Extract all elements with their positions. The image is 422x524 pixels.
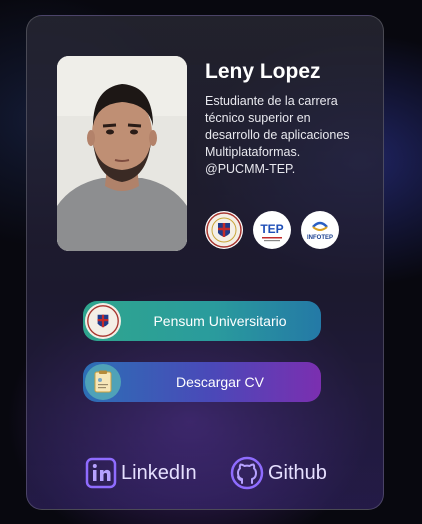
linkedin-link[interactable]: LinkedIn bbox=[85, 455, 197, 491]
profile-name: Leny Lopez bbox=[205, 60, 321, 83]
download-cv-button-label: Descargar CV bbox=[176, 374, 264, 390]
github-icon bbox=[230, 456, 264, 490]
profile-bio: Estudiante de la carrera técnico superio… bbox=[205, 94, 350, 176]
pucmm-seal-icon bbox=[85, 303, 121, 339]
tep-logo-text: TEP bbox=[260, 222, 283, 236]
tep-logo-icon[interactable]: TEP bbox=[253, 211, 291, 249]
pensum-button[interactable]: Pensum Universitario bbox=[83, 301, 321, 341]
infotep-logo-icon[interactable]: INFOTEP bbox=[301, 211, 339, 249]
linkedin-label: LinkedIn bbox=[121, 461, 197, 484]
document-icon bbox=[85, 364, 121, 400]
download-cv-button[interactable]: Descargar CV bbox=[83, 362, 321, 402]
profile-card: Leny Lopez Estudiante de la carrera técn… bbox=[26, 15, 384, 510]
institution-logos: TEP INFOTEP bbox=[205, 211, 339, 249]
linkedin-icon bbox=[85, 457, 117, 489]
github-link[interactable]: Github bbox=[230, 455, 327, 491]
infotep-logo-text: INFOTEP bbox=[307, 235, 333, 241]
pensum-button-label: Pensum Universitario bbox=[153, 313, 287, 329]
profile-photo bbox=[57, 56, 187, 251]
pucmm-seal-icon[interactable] bbox=[205, 211, 243, 249]
profile-photo-image bbox=[57, 56, 187, 251]
github-label: Github bbox=[268, 461, 327, 484]
